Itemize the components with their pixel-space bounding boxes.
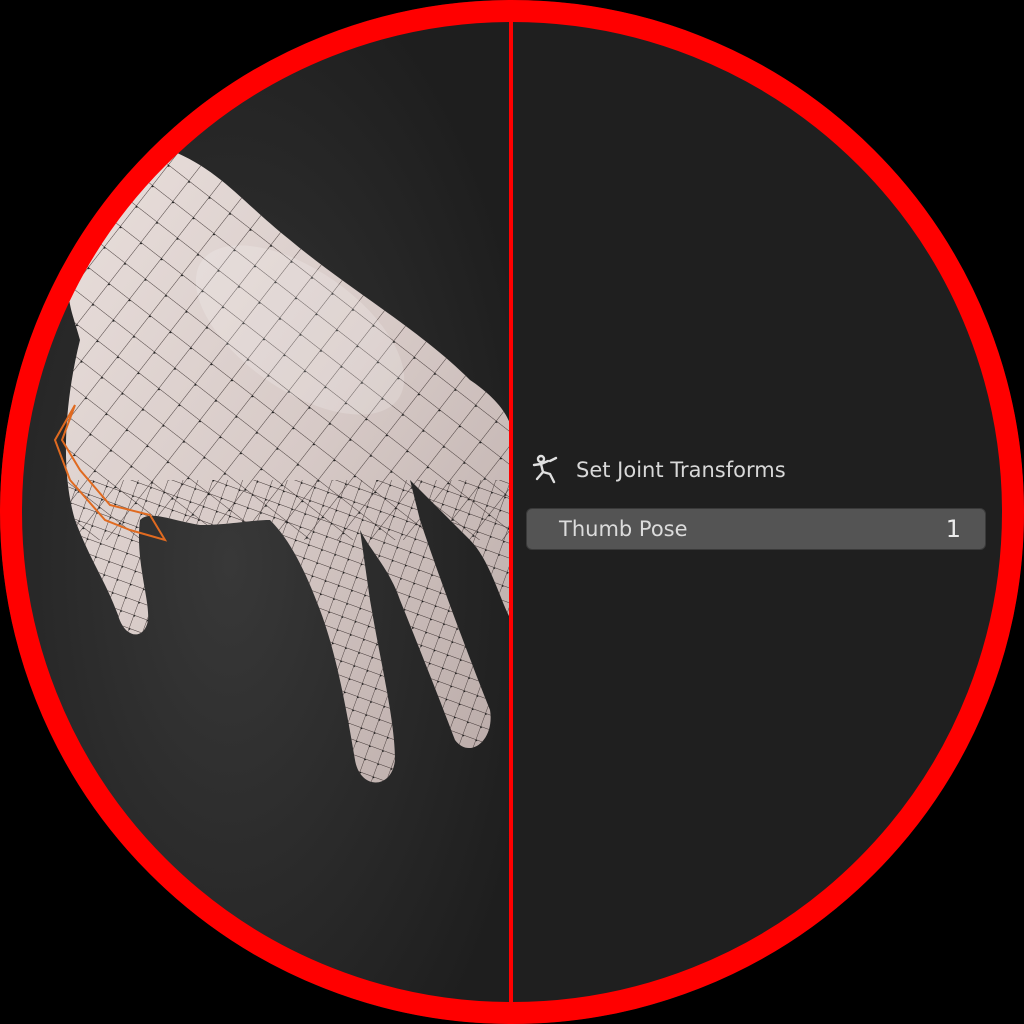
thumb-pose-value: 1 (945, 515, 961, 543)
magnifier-view: Set Joint Transforms Thumb Pose 1 (0, 0, 1024, 1024)
operator-header[interactable]: Set Joint Transforms (528, 450, 786, 490)
operator-title: Set Joint Transforms (576, 458, 786, 482)
armature-pose-icon (532, 454, 558, 484)
hand-mesh (53, 150, 511, 783)
3d-viewport[interactable] (0, 0, 511, 1024)
thumb-pose-field[interactable]: Thumb Pose 1 (526, 508, 986, 550)
thumb-pose-label: Thumb Pose (559, 517, 688, 541)
